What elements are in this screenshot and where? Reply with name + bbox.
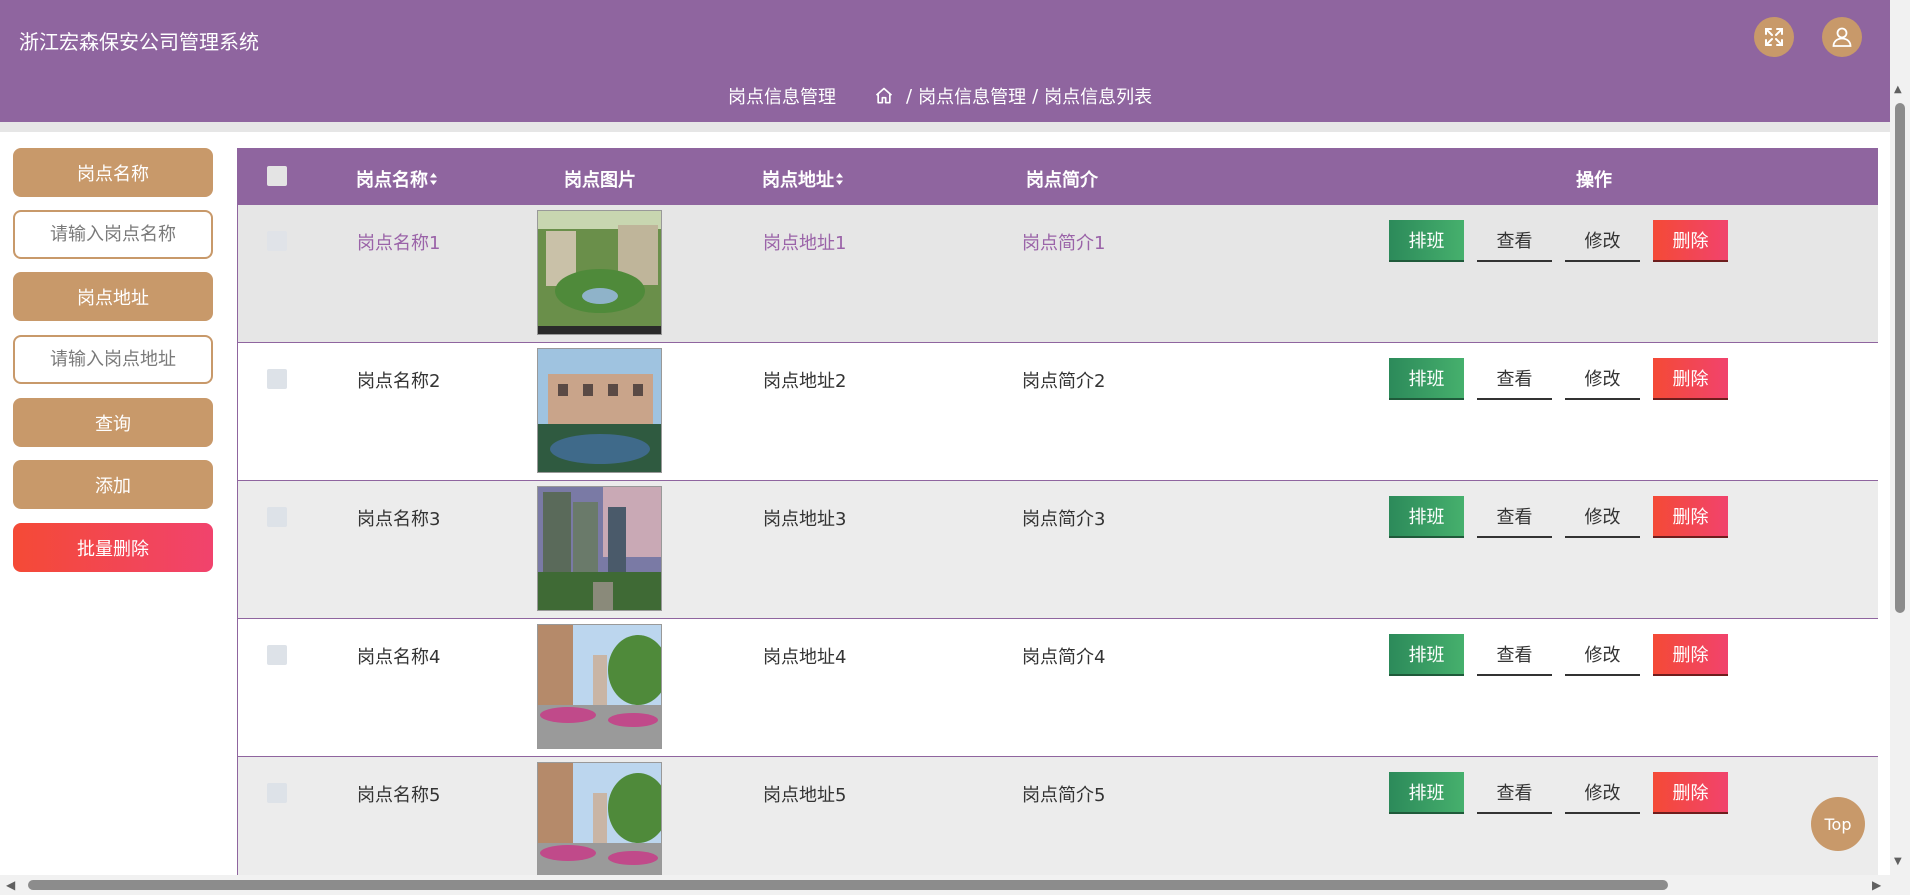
view-button[interactable]: 查看	[1477, 772, 1552, 814]
post-image	[537, 210, 662, 335]
horizontal-scrollbar[interactable]: ◀ ▶	[0, 875, 1890, 895]
scroll-left-icon[interactable]: ◀	[6, 878, 15, 892]
home-link[interactable]	[874, 86, 894, 106]
top-header: 浙江宏森保安公司管理系统 岗点信息管理 / 岗点信息管理 / 岗点信息列表	[0, 0, 1890, 122]
column-actions: 操作	[1576, 170, 1612, 191]
edit-button[interactable]: 修改	[1565, 220, 1640, 262]
breadcrumb: 岗点信息管理 / 岗点信息管理 / 岗点信息列表	[728, 83, 1152, 109]
post-image	[537, 624, 662, 749]
schedule-button[interactable]: 排班	[1389, 220, 1464, 262]
row-checkbox[interactable]	[267, 783, 287, 803]
view-button[interactable]: 查看	[1477, 358, 1552, 400]
delete-button[interactable]: 删除	[1653, 220, 1728, 262]
home-icon	[875, 87, 893, 104]
app-title: 浙江宏森保安公司管理系统	[19, 30, 259, 54]
view-button[interactable]: 查看	[1477, 634, 1552, 676]
search-button[interactable]: 查询	[13, 398, 213, 447]
address-search-input[interactable]	[13, 335, 213, 384]
post-intro: 岗点简介5	[1022, 785, 1106, 806]
post-intro: 岗点简介1	[1022, 233, 1106, 254]
vertical-scrollbar[interactable]: ▲ ▼	[1890, 0, 1910, 895]
user-button[interactable]	[1822, 17, 1862, 57]
delete-button[interactable]: 删除	[1653, 496, 1728, 538]
breadcrumb-separator: /	[1032, 85, 1039, 107]
add-button[interactable]: 添加	[13, 460, 213, 509]
delete-button[interactable]: 删除	[1653, 772, 1728, 814]
name-search-input[interactable]	[13, 210, 213, 259]
edit-button[interactable]: 修改	[1565, 496, 1640, 538]
scroll-right-icon[interactable]: ▶	[1872, 878, 1881, 892]
row-checkbox[interactable]	[267, 645, 287, 665]
column-image: 岗点图片	[564, 170, 636, 191]
sort-icon	[835, 172, 844, 186]
user-icon	[1832, 27, 1852, 47]
post-name: 岗点名称4	[357, 647, 441, 668]
breadcrumb-separator: /	[906, 85, 913, 107]
schedule-button[interactable]: 排班	[1389, 358, 1464, 400]
post-image	[537, 348, 662, 473]
name-filter-label: 岗点名称	[13, 148, 213, 197]
back-to-top-button[interactable]: Top	[1811, 797, 1865, 851]
delete-button[interactable]: 删除	[1653, 634, 1728, 676]
view-button[interactable]: 查看	[1477, 496, 1552, 538]
table-row: 岗点名称4 岗点地址4 岗点简介4 排班 查看 修改 删除	[237, 619, 1878, 757]
post-address: 岗点地址4	[763, 647, 847, 668]
edit-button[interactable]: 修改	[1565, 634, 1640, 676]
column-name[interactable]: 岗点名称	[356, 166, 438, 192]
batch-delete-button[interactable]: 批量删除	[13, 523, 213, 572]
table-row: 岗点名称1 岗点地址1 岗点简介1 排班 查看 修改 删除	[237, 205, 1878, 343]
post-name: 岗点名称1	[357, 233, 441, 254]
column-intro: 岗点简介	[1026, 170, 1098, 191]
view-button[interactable]: 查看	[1477, 220, 1552, 262]
row-checkbox[interactable]	[267, 231, 287, 251]
post-intro: 岗点简介3	[1022, 509, 1106, 530]
vertical-scroll-thumb[interactable]	[1895, 103, 1905, 613]
post-name: 岗点名称2	[357, 371, 441, 392]
delete-button[interactable]: 删除	[1653, 358, 1728, 400]
sort-icon	[429, 172, 438, 186]
schedule-button[interactable]: 排班	[1389, 496, 1464, 538]
breadcrumb-item-manage[interactable]: 岗点信息管理	[918, 83, 1026, 109]
breadcrumb-item-list: 岗点信息列表	[1044, 87, 1153, 108]
table-row: 岗点名称5 岗点地址5 岗点简介5 排班 查看 修改 删除	[237, 757, 1878, 878]
post-table: 岗点名称 岗点图片 岗点地址 岗点简介 操作 岗点名称1 岗点地址1 岗点简介1…	[237, 148, 1878, 878]
post-address: 岗点地址3	[763, 509, 847, 530]
post-name: 岗点名称5	[357, 785, 441, 806]
post-image	[537, 762, 662, 878]
fullscreen-icon	[1765, 28, 1783, 46]
scroll-down-icon[interactable]: ▼	[1894, 856, 1902, 867]
table-header: 岗点名称 岗点图片 岗点地址 岗点简介 操作	[237, 148, 1878, 205]
post-intro: 岗点简介4	[1022, 647, 1106, 668]
horizontal-scroll-thumb[interactable]	[28, 880, 1668, 890]
page-title: 岗点信息管理	[728, 87, 836, 108]
schedule-button[interactable]: 排班	[1389, 772, 1464, 814]
post-intro: 岗点简介2	[1022, 371, 1106, 392]
table-row: 岗点名称2 岗点地址2 岗点简介2 排班 查看 修改 删除	[237, 343, 1878, 481]
select-all-checkbox[interactable]	[267, 166, 287, 186]
post-address: 岗点地址5	[763, 785, 847, 806]
row-checkbox[interactable]	[267, 507, 287, 527]
table-row: 岗点名称3 岗点地址3 岗点简介3 排班 查看 修改 删除	[237, 481, 1878, 619]
post-image	[537, 486, 662, 611]
edit-button[interactable]: 修改	[1565, 358, 1640, 400]
column-address[interactable]: 岗点地址	[762, 166, 844, 192]
post-address: 岗点地址2	[763, 371, 847, 392]
post-address: 岗点地址1	[763, 233, 847, 254]
address-filter-label: 岗点地址	[13, 272, 213, 321]
edit-button[interactable]: 修改	[1565, 772, 1640, 814]
fullscreen-button[interactable]	[1754, 17, 1794, 57]
header-divider	[0, 122, 1890, 132]
row-checkbox[interactable]	[267, 369, 287, 389]
post-name: 岗点名称3	[357, 509, 441, 530]
scroll-up-icon[interactable]: ▲	[1894, 84, 1902, 95]
schedule-button[interactable]: 排班	[1389, 634, 1464, 676]
